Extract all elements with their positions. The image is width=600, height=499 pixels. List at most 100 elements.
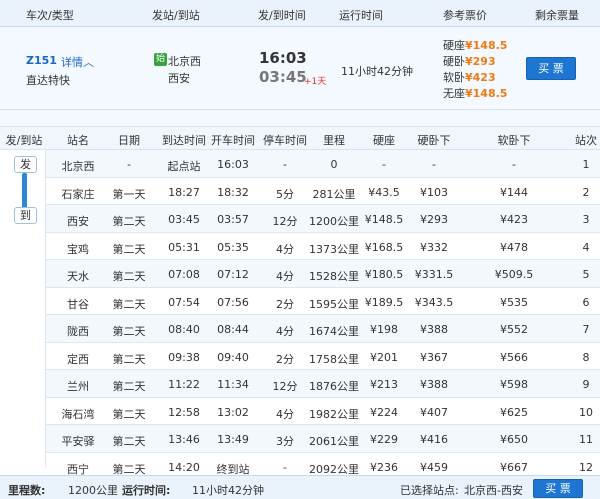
th-station-name: 站名 bbox=[67, 134, 89, 147]
cell-stop-time: 5分 bbox=[276, 187, 294, 201]
cell-date: 第二天 bbox=[112, 215, 146, 228]
th-date: 日期 bbox=[118, 134, 140, 147]
cell-hard-sleeper-price: ¥343.5 bbox=[414, 295, 454, 309]
cell-hard-seat-price: ¥213 bbox=[370, 378, 398, 391]
cell-hard-seat-price: ¥43.5 bbox=[368, 185, 400, 199]
cell-station-name: 兰州 bbox=[67, 380, 89, 393]
cell-depart-time: 07:12 bbox=[217, 268, 249, 281]
buy-ticket-button[interactable]: 买 票 bbox=[526, 57, 576, 80]
table-row: 兰州 第二天 11:22 11:34 12分 1876公里 ¥213 ¥388 ¥598 9 bbox=[0, 370, 600, 398]
cell-soft-sleeper-price: ¥144 bbox=[500, 185, 528, 199]
runtime-label: 运行时间: bbox=[122, 484, 171, 497]
cell-date: 第一天 bbox=[112, 187, 146, 201]
cell-stop-time: 2分 bbox=[276, 297, 294, 311]
from-station: 北京西 bbox=[168, 55, 201, 68]
cell-station-name: 北京西 bbox=[61, 160, 95, 173]
cell-arrive-time: 13:46 bbox=[168, 433, 200, 446]
cell-station-name: 定西 bbox=[67, 352, 89, 366]
cell-mileage: 1373公里 bbox=[309, 242, 359, 256]
cell-stop-index: 10 bbox=[579, 405, 593, 419]
cell-stop-index: 6 bbox=[582, 295, 590, 309]
mileage-value: 1200公里 bbox=[68, 484, 118, 497]
footer-buy-ticket-button[interactable]: 买 票 bbox=[533, 479, 583, 498]
train-code-link[interactable]: Z151 bbox=[26, 54, 57, 67]
cell-date: 第二天 bbox=[112, 325, 146, 338]
col-time-header: 发/到时间 bbox=[258, 9, 306, 22]
cell-stop-time: 4分 bbox=[276, 407, 294, 421]
cell-hard-sleeper-price: ¥332 bbox=[420, 240, 448, 254]
cell-arrive-time: 08:40 bbox=[168, 323, 200, 336]
col-station-header: 发站/到站 bbox=[152, 9, 200, 22]
cell-hard-sleeper-price: ¥293 bbox=[420, 213, 448, 226]
cell-station-name: 甘谷 bbox=[67, 297, 89, 311]
cell-stop-time: 12分 bbox=[272, 215, 298, 228]
cell-depart-time: 13:49 bbox=[217, 433, 249, 446]
cell-arrive-time: 起点站 bbox=[167, 160, 201, 173]
th-stop-time: 停车时间 bbox=[263, 134, 307, 147]
cell-mileage: 2061公里 bbox=[309, 435, 359, 448]
cell-stop-index: 7 bbox=[582, 323, 590, 336]
mileage-label: 里程数: bbox=[8, 484, 46, 497]
cell-soft-sleeper-price: ¥598 bbox=[500, 378, 528, 391]
cell-soft-sleeper-price: ¥423 bbox=[500, 213, 528, 226]
to-station: 西安 bbox=[168, 72, 190, 85]
day-offset: +1天 bbox=[304, 77, 327, 87]
cell-mileage: 1758公里 bbox=[309, 352, 359, 366]
table-row: 天水 第二天 07:08 07:12 4分 1528公里 ¥180.5 ¥331.5 ¥509.… bbox=[0, 260, 600, 288]
cell-station-name: 海石湾 bbox=[61, 407, 95, 421]
cell-mileage: 1876公里 bbox=[309, 380, 359, 393]
cell-depart-time: 11:34 bbox=[217, 378, 249, 391]
cell-depart-time: 05:35 bbox=[217, 240, 249, 254]
cell-date: 第二天 bbox=[112, 297, 146, 311]
cell-date: - bbox=[127, 158, 131, 171]
arrive-tag[interactable]: 到 bbox=[14, 207, 37, 224]
cell-stop-index: 1 bbox=[582, 158, 590, 171]
cell-arrive-time: 07:54 bbox=[168, 295, 200, 309]
th-hard-seat: 硬座 bbox=[373, 134, 395, 147]
arrive-time: 03:45 bbox=[259, 68, 307, 86]
cell-soft-sleeper-price: - bbox=[512, 158, 516, 171]
cell-arrive-time: 07:08 bbox=[168, 268, 200, 281]
cell-hard-seat-price: ¥236 bbox=[370, 460, 398, 474]
cell-depart-time: 07:56 bbox=[217, 295, 249, 309]
cell-stop-index: 3 bbox=[582, 213, 590, 226]
table-row: 甘谷 第二天 07:54 07:56 2分 1595公里 ¥189.5 ¥343.5 ¥535 6 bbox=[0, 287, 600, 315]
cell-mileage: 1982公里 bbox=[309, 407, 359, 421]
cell-hard-sleeper-price: ¥416 bbox=[420, 433, 448, 446]
cell-soft-sleeper-price: ¥535 bbox=[500, 295, 528, 309]
cell-arrive-time: 09:38 bbox=[168, 350, 200, 364]
train-detail-link[interactable]: 详情︿ bbox=[61, 54, 94, 70]
cell-hard-sleeper-price: ¥103 bbox=[420, 185, 448, 199]
train-summary: Z151 详情︿ 直达特快 始 北京西 西安 16:03 03:45 +1天 1… bbox=[0, 27, 600, 110]
cell-hard-seat-price: ¥148.5 bbox=[364, 213, 404, 226]
cell-date: 第二天 bbox=[112, 380, 146, 393]
cell-depart-time: 09:40 bbox=[217, 350, 249, 364]
stop-table-body: 北京西 - 起点站 16:03 - 0 - - - 1 石家庄 第一天 18:27 18:32 5分 281公… bbox=[0, 150, 600, 480]
cell-stop-index: 8 bbox=[582, 350, 590, 364]
cell-arrive-time: 05:31 bbox=[168, 240, 200, 254]
depart-tag[interactable]: 发 bbox=[14, 156, 37, 173]
cell-depart-time: 08:44 bbox=[217, 323, 249, 336]
cell-stop-time: 4分 bbox=[276, 242, 294, 256]
cell-soft-sleeper-price: ¥509.5 bbox=[494, 268, 534, 281]
col-price-header: 参考票价 bbox=[443, 9, 487, 22]
cell-date: 第二天 bbox=[112, 407, 146, 421]
cell-stop-index: 2 bbox=[582, 185, 590, 199]
cell-depart-time: 16:03 bbox=[217, 158, 249, 171]
cell-soft-sleeper-price: ¥566 bbox=[500, 350, 528, 364]
cell-mileage: 0 bbox=[330, 158, 338, 171]
cell-arrive-time: 03:45 bbox=[168, 213, 200, 226]
depart-time: 16:03 bbox=[259, 49, 307, 67]
cell-stop-index: 12 bbox=[579, 460, 593, 474]
th-soft-sleeper: 软卧下 bbox=[497, 134, 531, 147]
table-row: 北京西 - 起点站 16:03 - 0 - - - 1 bbox=[0, 150, 600, 178]
train-duration: 11小时42分钟 bbox=[341, 65, 413, 78]
cell-soft-sleeper-price: ¥650 bbox=[500, 433, 528, 446]
cell-hard-seat-price: ¥168.5 bbox=[364, 240, 404, 254]
runtime-value: 11小时42分钟 bbox=[192, 484, 264, 497]
cell-arrive-time: 12:58 bbox=[168, 405, 200, 419]
cell-stop-time: 4分 bbox=[276, 270, 294, 283]
cell-date: 第二天 bbox=[112, 435, 146, 448]
th-arrive-time: 到达时间 bbox=[162, 134, 206, 147]
cell-mileage: 1674公里 bbox=[309, 325, 359, 338]
